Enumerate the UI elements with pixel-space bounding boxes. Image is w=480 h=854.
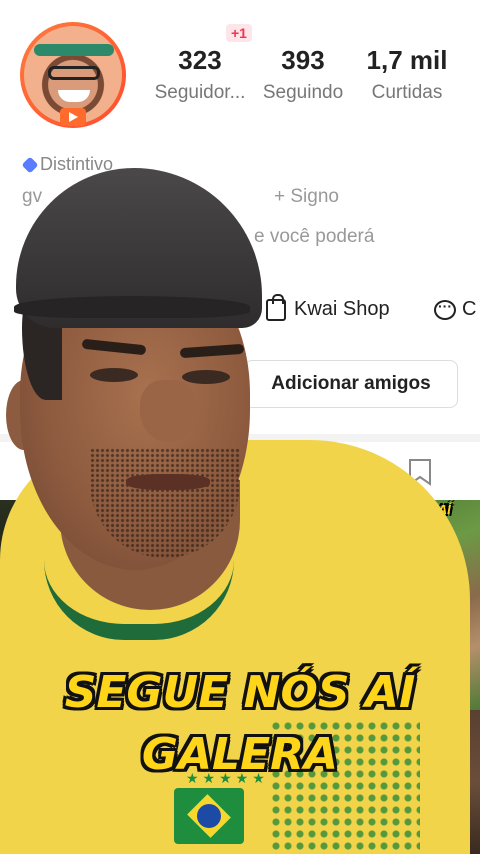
following-count: 393	[281, 45, 325, 75]
nose	[140, 380, 196, 442]
followers-count: 323	[178, 45, 222, 75]
avatar-smile	[58, 90, 90, 102]
followers-label: Seguidor...	[154, 82, 246, 103]
brazil-flag-emblem	[174, 788, 244, 844]
bio-text: e você poderá	[254, 226, 375, 247]
caption-line-2: GALERA	[141, 729, 339, 780]
following-label: Seguindo	[262, 82, 344, 103]
likes-count: 1,7 mil	[366, 45, 448, 75]
left-eye	[90, 368, 138, 382]
avatar-headband	[34, 44, 114, 56]
hexagon-icon	[21, 156, 39, 173]
live-play-icon	[60, 108, 86, 126]
cap-brim	[14, 296, 250, 318]
mouth	[126, 474, 210, 490]
chat-icon	[434, 298, 456, 320]
signo-button[interactable]: + Signo	[274, 186, 339, 208]
following-stat[interactable]: 393 Seguindo	[256, 44, 350, 104]
kwai-shop-button[interactable]: Kwai Shop	[266, 293, 390, 321]
right-eye	[182, 370, 230, 384]
video-caption: SEGUE NÓS AÍ GALERA	[0, 662, 480, 786]
caption-line-1: SEGUE NÓS AÍ	[64, 667, 416, 718]
new-followers-badge: +1	[226, 24, 252, 42]
kwai-shop-label: Kwai Shop	[294, 298, 390, 320]
avatar-glasses	[48, 66, 100, 80]
chat-label: C	[462, 298, 477, 320]
shopping-bag-icon	[266, 293, 286, 321]
followers-stat[interactable]: 323 Seguidor...	[148, 44, 252, 104]
username: gv	[22, 186, 43, 207]
chat-button[interactable]: C	[434, 298, 476, 321]
add-friends-button[interactable]: Adicionar amigos	[244, 360, 458, 408]
likes-label: Curtidas	[371, 82, 443, 103]
likes-stat[interactable]: 1,7 mil Curtidas	[362, 44, 452, 104]
